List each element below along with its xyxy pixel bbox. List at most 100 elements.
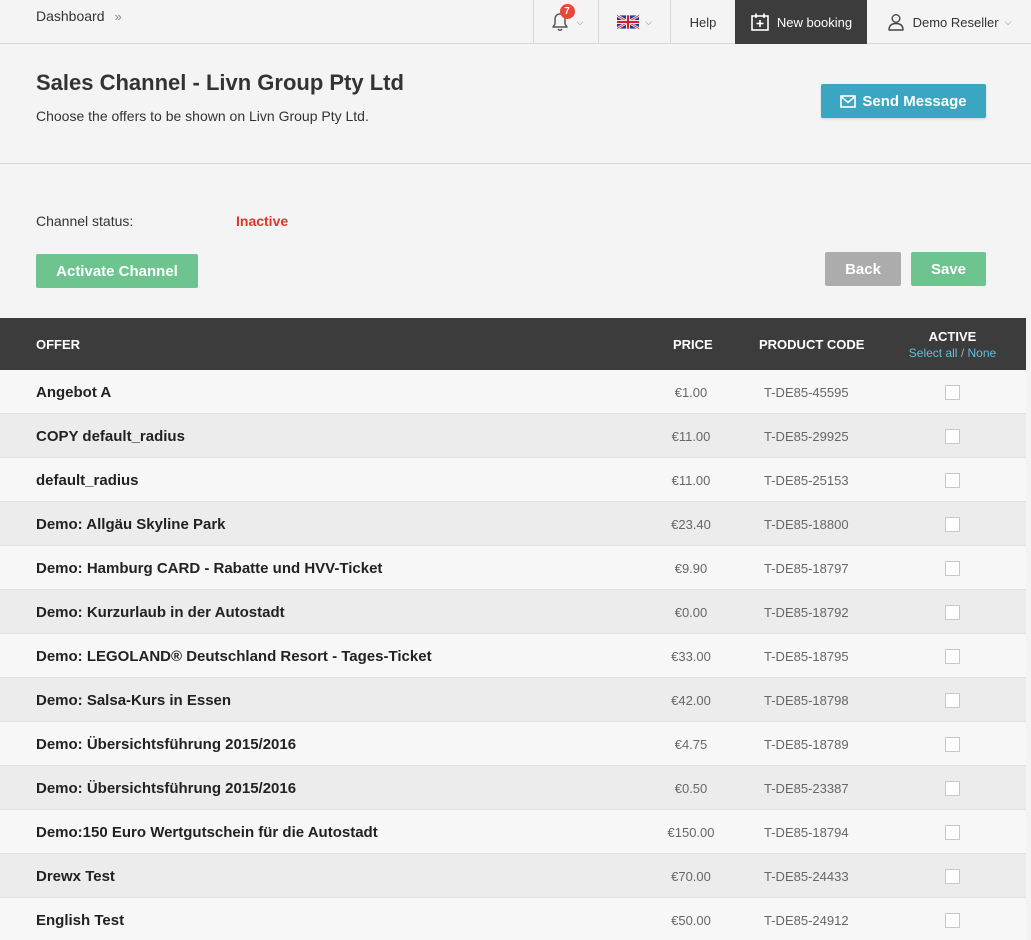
active-checkbox-cell [945, 898, 960, 940]
offer-product-code: T-DE85-18797 [764, 560, 849, 576]
offer-name[interactable]: Demo: Allgäu Skyline Park [36, 502, 226, 546]
envelope-icon [840, 94, 857, 108]
offer-name[interactable]: English Test [36, 898, 124, 940]
column-header-product-code: PRODUCT CODE [759, 336, 865, 352]
active-checkbox-cell [945, 810, 960, 854]
table-row: Demo:150 Euro Wertgutschein für die Auto… [0, 810, 1026, 854]
select-links: Select all / None [909, 346, 996, 360]
active-checkbox[interactable] [945, 472, 960, 488]
table-row: Demo: LEGOLAND® Deutschland Resort - Tag… [0, 634, 1026, 678]
active-header-label: ACTIVE [928, 328, 977, 344]
active-checkbox-cell [945, 854, 960, 898]
offer-name[interactable]: default_radius [36, 458, 139, 502]
save-button[interactable]: Save [911, 252, 986, 286]
table-header: OFFER PRICE PRODUCT CODE ACTIVE Select a… [0, 318, 1026, 370]
breadcrumb-dashboard-link[interactable]: Dashboard [36, 8, 105, 24]
active-checkbox[interactable] [945, 648, 960, 664]
column-header-price: PRICE [673, 336, 713, 352]
select-all-link[interactable]: Select all [909, 346, 958, 360]
select-separator: / [960, 345, 965, 360]
offer-name[interactable]: Demo: Salsa-Kurs in Essen [36, 678, 231, 722]
offer-price: €0.50 [674, 780, 708, 796]
calendar-plus-icon [751, 13, 769, 31]
offer-price: €33.00 [671, 648, 711, 664]
new-booking-label: New booking [776, 14, 853, 30]
active-checkbox[interactable] [945, 692, 960, 708]
table-row: Demo: Allgäu Skyline Park €23.40 T-DE85-18… [0, 502, 1026, 546]
active-checkbox-cell [945, 634, 960, 678]
active-checkbox[interactable] [945, 516, 960, 532]
offers-table: OFFER PRICE PRODUCT CODE ACTIVE Select a… [0, 318, 1026, 940]
offer-name[interactable]: Demo: LEGOLAND® Deutschland Resort - Tag… [36, 634, 432, 678]
offer-name[interactable]: Demo:150 Euro Wertgutschein für die Auto… [36, 810, 378, 854]
page-title: Sales Channel - Livn Group Pty Ltd [36, 70, 404, 95]
table-row: English Test €50.00 T-DE85-24912 [0, 898, 1026, 940]
offer-product-code: T-DE85-23387 [764, 780, 849, 796]
active-checkbox-cell [945, 546, 960, 590]
active-checkbox[interactable] [945, 604, 960, 620]
top-nav-bar: Dashboard » 7 ⌵ ⌵ Help New booking Demo … [0, 0, 1031, 44]
offer-price: €1.00 [674, 384, 708, 400]
table-row: COPY default_radius €11.00 T-DE85-29925 [0, 414, 1026, 458]
offer-product-code: T-DE85-18800 [764, 516, 849, 532]
help-link[interactable]: Help [670, 0, 735, 44]
offer-name[interactable]: Angebot A [36, 370, 111, 414]
breadcrumb: Dashboard » [36, 0, 122, 32]
active-checkbox[interactable] [945, 384, 960, 400]
table-row: Demo: Hamburg CARD - Rabatte und HVV-Tic… [0, 546, 1026, 590]
active-checkbox-cell [945, 766, 960, 810]
offer-price: €9.90 [674, 560, 708, 576]
active-checkbox-cell [945, 458, 960, 502]
language-selector[interactable]: ⌵ [598, 0, 670, 44]
user-menu[interactable]: Demo Reseller ⌵ [867, 0, 1031, 44]
offer-price: €4.75 [674, 736, 708, 752]
select-none-link[interactable]: None [968, 346, 997, 360]
offer-product-code: T-DE85-29925 [764, 428, 849, 444]
offer-name[interactable]: Demo: Übersichtsführung 2015/2016 [36, 722, 296, 766]
active-checkbox[interactable] [945, 868, 960, 884]
notifications-menu[interactable]: 7 ⌵ [533, 0, 598, 44]
offer-price: €11.00 [671, 428, 711, 444]
table-row: Demo: Salsa-Kurs in Essen €42.00 T-DE85-18… [0, 678, 1026, 722]
offer-name[interactable]: Drewx Test [36, 854, 115, 898]
user-icon [887, 14, 904, 31]
offer-name[interactable]: Demo: Hamburg CARD - Rabatte und HVV-Tic… [36, 546, 382, 590]
offer-product-code: T-DE85-18789 [764, 736, 849, 752]
table-row: Demo: Übersichtsführung 2015/2016 €4.75 T-… [0, 722, 1026, 766]
offer-product-code: T-DE85-24433 [764, 868, 849, 884]
new-booking-button[interactable]: New booking [735, 0, 867, 44]
offer-product-code: T-DE85-45595 [764, 384, 849, 400]
active-checkbox[interactable] [945, 560, 960, 576]
back-button[interactable]: Back [825, 252, 901, 286]
offer-product-code: T-DE85-18798 [764, 692, 849, 708]
offer-price: €42.00 [671, 692, 711, 708]
table-body: Angebot A €1.00 T-DE85-45595 COPY default_r… [0, 370, 1026, 940]
column-header-offer: OFFER [36, 336, 81, 352]
uk-flag-icon [617, 15, 640, 29]
active-checkbox[interactable] [945, 824, 960, 840]
offer-name[interactable]: Demo: Kurzurlaub in der Autostadt [36, 590, 285, 634]
offer-price: €11.00 [671, 472, 711, 488]
active-checkbox[interactable] [945, 736, 960, 752]
offer-product-code: T-DE85-24912 [764, 912, 849, 928]
send-message-button[interactable]: Send Message [821, 84, 986, 118]
chevron-down-icon: ⌵ [1004, 16, 1012, 27]
active-checkbox-cell [945, 370, 960, 414]
help-label: Help [689, 14, 717, 30]
channel-status-value: Inactive [236, 213, 289, 229]
page-subtitle: Choose the offers to be shown on Livn Gr… [36, 108, 369, 124]
offer-name[interactable]: Demo: Übersichtsführung 2015/2016 [36, 766, 296, 810]
activate-channel-button[interactable]: Activate Channel [36, 254, 198, 288]
chevron-down-icon: ⌵ [576, 16, 584, 27]
active-checkbox[interactable] [945, 780, 960, 796]
active-checkbox-cell [945, 502, 960, 546]
active-checkbox[interactable] [945, 912, 960, 928]
column-header-active: ACTIVE Select all / None [895, 318, 1010, 370]
notification-count-badge: 7 [559, 4, 575, 19]
active-checkbox[interactable] [945, 428, 960, 444]
breadcrumb-separator: » [114, 8, 122, 24]
offer-product-code: T-DE85-18795 [764, 648, 849, 664]
offer-name[interactable]: COPY default_radius [36, 414, 185, 458]
active-checkbox-cell [945, 414, 960, 458]
table-row: Angebot A €1.00 T-DE85-45595 [0, 370, 1026, 414]
